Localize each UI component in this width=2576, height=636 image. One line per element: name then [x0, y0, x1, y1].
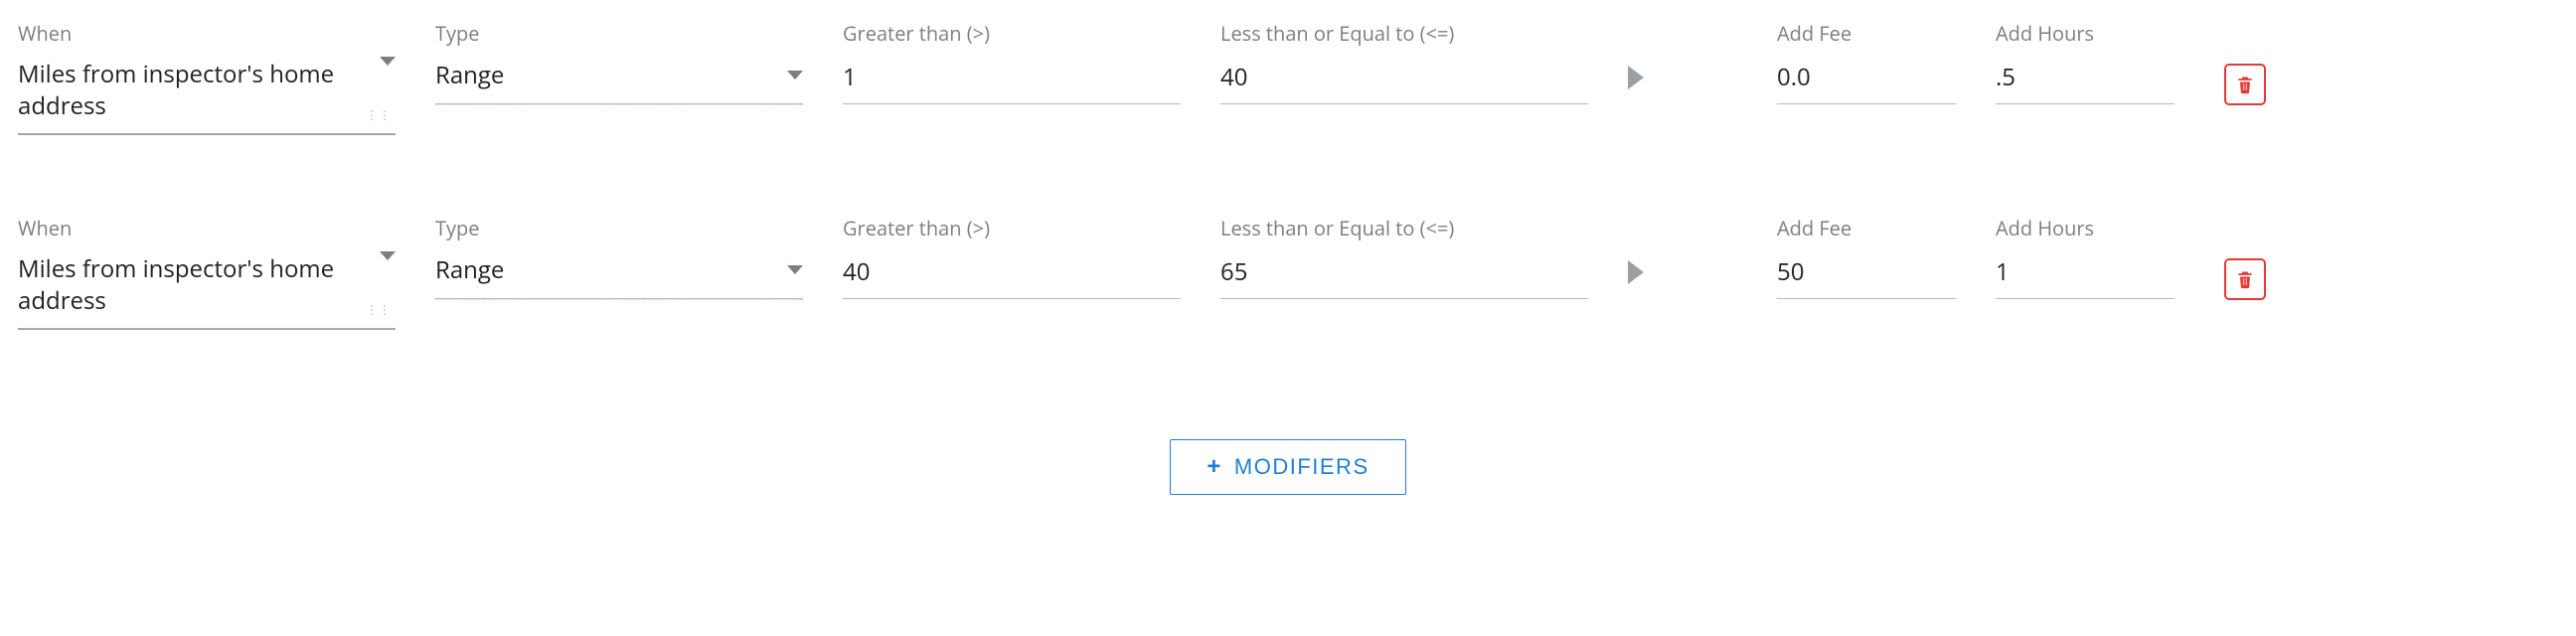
type-value: Range — [435, 59, 504, 91]
chevron-down-icon — [380, 57, 396, 66]
fee-label: Add Fee — [1777, 20, 1956, 47]
lte-label: Less than or Equal to (<=) — [1220, 215, 1588, 241]
when-value: Miles from inspector's home address — [18, 57, 368, 127]
type-label: Type — [435, 215, 803, 241]
chevron-right-icon — [1628, 66, 1644, 89]
trash-icon — [2235, 74, 2255, 95]
add-hours-input[interactable] — [1996, 57, 2174, 104]
chevron-down-icon — [380, 251, 396, 260]
modifier-row: When Miles from inspector's home address… — [18, 215, 2558, 330]
delete-row-button[interactable] — [2224, 64, 2266, 105]
greater-than-input[interactable] — [843, 57, 1181, 104]
add-hours-input[interactable] — [1996, 251, 2174, 299]
when-select[interactable]: Miles from inspector's home address ⋮⋮ — [18, 251, 396, 330]
add-fee-input[interactable] — [1777, 57, 1956, 104]
plus-icon: + — [1207, 455, 1222, 479]
when-value: Miles from inspector's home address — [18, 251, 368, 322]
when-select[interactable]: Miles from inspector's home address ⋮⋮ — [18, 57, 396, 135]
resize-handle-icon: ⋮⋮ — [366, 301, 392, 318]
chevron-right-icon — [1628, 260, 1644, 284]
fee-label: Add Fee — [1777, 215, 1956, 241]
lte-label: Less than or Equal to (<=) — [1220, 20, 1588, 47]
delete-row-button[interactable] — [2224, 258, 2266, 300]
resize-handle-icon: ⋮⋮ — [366, 106, 392, 123]
hours-label: Add Hours — [1996, 20, 2174, 47]
greater-than-input[interactable] — [843, 251, 1181, 299]
trash-icon — [2235, 268, 2255, 290]
add-modifiers-button[interactable]: + MODIFIERS — [1170, 439, 1405, 495]
add-fee-input[interactable] — [1777, 251, 1956, 299]
type-label: Type — [435, 20, 803, 47]
gt-label: Greater than (>) — [843, 215, 1181, 241]
when-label: When — [18, 215, 396, 241]
when-label: When — [18, 20, 396, 47]
chevron-down-icon — [787, 71, 803, 80]
chevron-down-icon — [787, 265, 803, 274]
less-than-equal-input[interactable] — [1220, 251, 1588, 299]
less-than-equal-input[interactable] — [1220, 57, 1588, 104]
hours-label: Add Hours — [1996, 215, 2174, 241]
modifiers-button-label: MODIFIERS — [1234, 454, 1369, 480]
type-value: Range — [435, 253, 504, 286]
type-select[interactable]: Range — [435, 251, 803, 299]
gt-label: Greater than (>) — [843, 20, 1181, 47]
type-select[interactable]: Range — [435, 57, 803, 104]
modifier-row: When Miles from inspector's home address… — [18, 20, 2558, 135]
